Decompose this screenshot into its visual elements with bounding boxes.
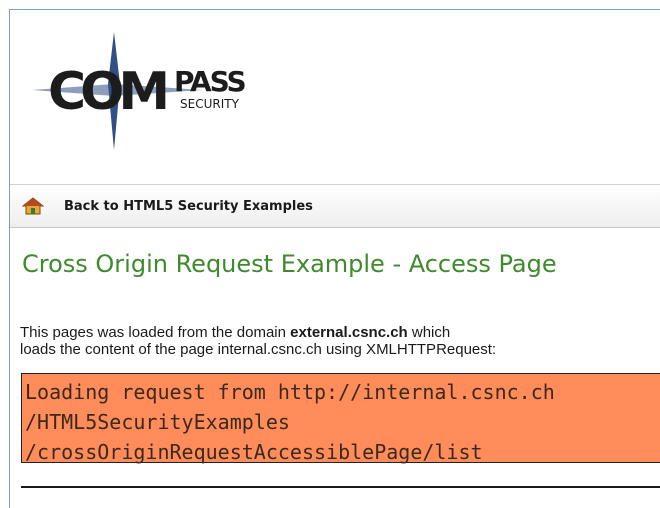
compass-security-logo: COM PASS SECURITY bbox=[32, 32, 292, 152]
description-line-2: loads the content of the page internal.c… bbox=[20, 341, 497, 358]
home-icon[interactable] bbox=[22, 197, 44, 215]
output-line: /crossOriginRequestAccessiblePage/list bbox=[25, 440, 483, 464]
logo-text-security: SECURITY bbox=[180, 97, 239, 111]
logo-text-com: COM bbox=[48, 62, 170, 122]
output-line: Loading request from http://internal.csn… bbox=[25, 380, 555, 404]
page-title: Cross Origin Request Example - Access Pa… bbox=[22, 250, 557, 278]
logo-text-pass: PASS bbox=[174, 65, 247, 98]
page-frame: COM PASS SECURITY Back to HTML5 Security… bbox=[9, 9, 660, 508]
back-to-examples-link[interactable]: Back to HTML5 Security Examples bbox=[64, 199, 313, 214]
request-output-text: Loading request from http://internal.csn… bbox=[25, 377, 555, 467]
navigation-bar: Back to HTML5 Security Examples bbox=[10, 184, 660, 228]
description-text: This pages was loaded from the domain bbox=[20, 324, 291, 341]
output-line: /HTML5SecurityExamples bbox=[25, 410, 290, 434]
page-description: This pages was loaded from the domain ex… bbox=[20, 324, 660, 358]
request-output-box: Loading request from http://internal.csn… bbox=[21, 373, 660, 464]
domain-name: external.csnc.ch bbox=[290, 324, 408, 341]
header: COM PASS SECURITY bbox=[10, 10, 660, 184]
divider bbox=[21, 486, 660, 488]
description-text-end: which bbox=[407, 324, 451, 341]
description-line-1: This pages was loaded from the domain ex… bbox=[20, 324, 660, 341]
